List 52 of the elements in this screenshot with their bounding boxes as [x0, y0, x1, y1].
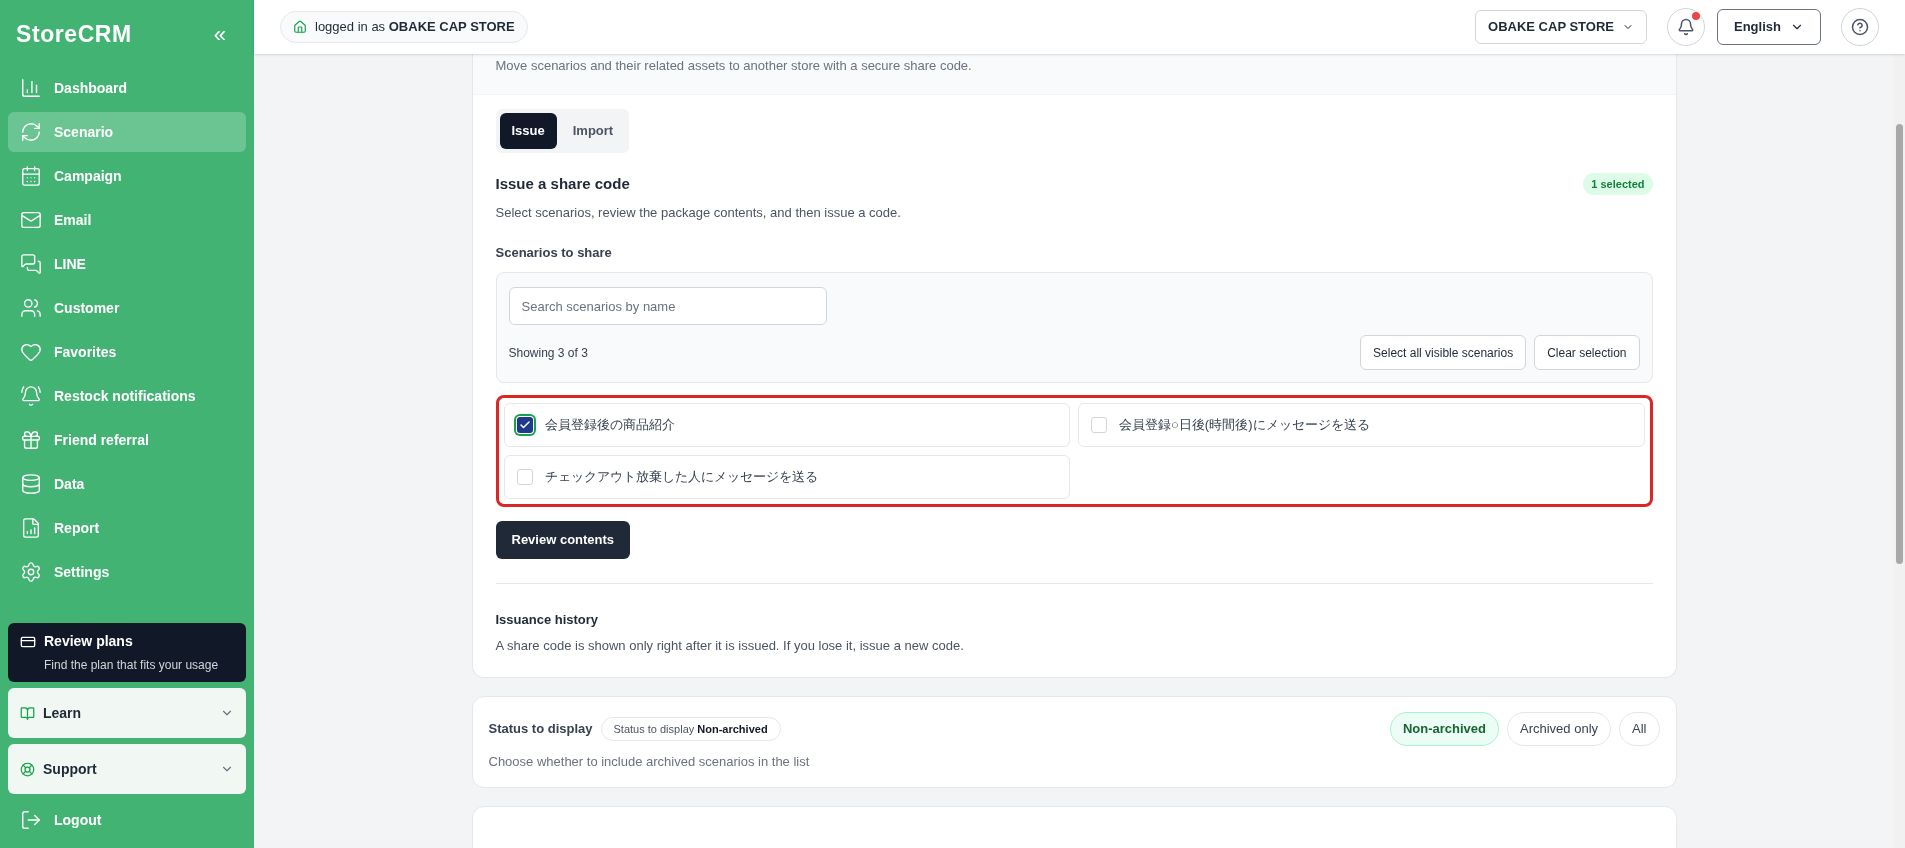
home-icon — [293, 20, 307, 34]
sidebar-section[interactable]: Support — [8, 744, 246, 794]
settings-icon — [20, 561, 42, 583]
users-icon — [20, 297, 42, 319]
lifebuoy-icon — [20, 761, 35, 777]
checkbox[interactable] — [516, 469, 533, 485]
gift-icon — [20, 429, 42, 451]
section-description: Select scenarios, review the package contents, and then issue a code. — [495, 204, 902, 222]
tab[interactable]: Import — [560, 112, 626, 149]
language-dropdown[interactable]: English — [1717, 9, 1821, 45]
plan-title: Review plans — [44, 632, 133, 651]
scenario-option[interactable]: チェックアウト放棄した人にメッセージを送る — [503, 455, 1070, 499]
showing-count: Showing 3 of 3 — [508, 344, 588, 362]
status-hint: Choose whether to include archived scenarios in the list — [488, 753, 811, 771]
history-text: A share code is shown only right after it is issued. If you lose it, issue a new code. — [495, 636, 965, 655]
action-button[interactable]: Select all visible scenarios — [1360, 335, 1527, 370]
bell-icon — [1677, 18, 1695, 36]
action-button[interactable]: Clear selection — [1534, 335, 1640, 370]
mail-icon — [20, 209, 42, 231]
review-contents-button[interactable]: Review contents — [495, 521, 631, 559]
app-logo: StoreCRM — [16, 19, 132, 49]
field-label: Scenarios to share — [495, 243, 613, 262]
check-icon — [518, 419, 531, 431]
help-icon — [1851, 18, 1869, 36]
store-dropdown[interactable]: OBAKE CAP STORE — [1475, 10, 1647, 44]
refresh-icon — [20, 121, 42, 143]
search-field[interactable]: Search scenarios by name — [508, 287, 827, 325]
history-title: Issuance history — [495, 611, 600, 629]
scenario-option[interactable]: 会員登録後の商品紹介 — [503, 403, 1070, 447]
section-title: Issue a share code — [495, 173, 630, 194]
logout-icon — [20, 809, 42, 831]
database-icon — [20, 473, 42, 495]
plan-card[interactable]: Review plans Find the plan that fits your usage — [8, 623, 246, 682]
tab[interactable]: Issue — [499, 112, 557, 149]
status-option[interactable]: Non-archived — [1389, 712, 1499, 746]
calendar-icon — [20, 165, 42, 187]
plan-subtitle: Find the plan that fits your usage — [43, 657, 220, 674]
checkbox[interactable] — [1091, 417, 1107, 433]
report-icon — [20, 517, 42, 539]
sidebar-section[interactable]: Learn — [8, 688, 246, 738]
status-title: Status to display — [488, 720, 593, 739]
scrollbar[interactable] — [1894, 54, 1905, 848]
book-icon — [20, 705, 35, 721]
card-subtitle: Move scenarios and their related assets to another store with a secure share code. — [495, 57, 973, 75]
selected-count-badge: 1 selected — [1583, 172, 1653, 195]
chat-icon — [20, 253, 42, 275]
login-text: logged in as OBAKE CAP STORE — [315, 18, 515, 37]
heart-icon — [20, 341, 42, 363]
checkbox[interactable] — [516, 417, 533, 433]
bar-chart-icon — [20, 77, 42, 99]
scenario-option[interactable]: 会員登録○日後(時間後)にメッセージを送る — [1078, 403, 1645, 447]
bell-icon — [20, 385, 42, 407]
